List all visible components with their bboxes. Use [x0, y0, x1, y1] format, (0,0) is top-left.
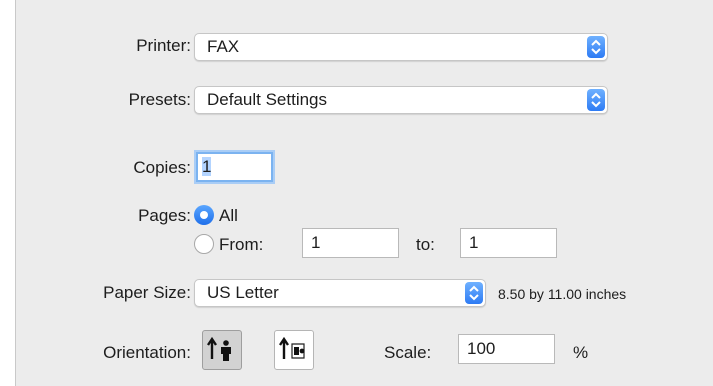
pages-from-input[interactable]: 1: [302, 228, 399, 258]
printer-value: FAX: [207, 37, 240, 56]
copies-input[interactable]: 1: [196, 152, 273, 182]
scale-input[interactable]: 100: [458, 334, 555, 364]
pages-from-radio[interactable]: [194, 234, 214, 254]
pages-all-label: All: [219, 206, 238, 225]
pages-all-radio[interactable]: [194, 205, 214, 225]
copies-value: 1: [202, 157, 212, 176]
print-dialog-panel: Printer: FAX Presets: Default Settings C…: [15, 0, 713, 386]
presets-select[interactable]: Default Settings: [194, 86, 608, 114]
landscape-orientation-icon: [279, 336, 305, 359]
pages-from-label: From:: [219, 235, 264, 254]
landscape-orientation-button[interactable]: [274, 330, 314, 370]
pages-label: Pages:: [138, 206, 191, 225]
pages-to-input[interactable]: 1: [460, 228, 557, 258]
scale-value: 100: [467, 339, 496, 358]
paper-size-value: US Letter: [207, 283, 279, 302]
scale-label: Scale:: [384, 343, 432, 362]
pages-from-value: 1: [311, 233, 321, 252]
paper-size-label: Paper Size:: [103, 283, 191, 302]
orientation-label: Orientation:: [103, 343, 191, 362]
paper-size-dimensions: 8.50 by 11.00 inches: [498, 286, 627, 302]
chevron-updown-icon: [587, 36, 605, 58]
presets-value: Default Settings: [207, 90, 328, 109]
printer-label: Printer:: [136, 36, 191, 55]
chevron-updown-icon: [465, 282, 483, 304]
presets-label: Presets:: [128, 90, 191, 109]
printer-select[interactable]: FAX: [194, 33, 608, 61]
copies-label: Copies:: [133, 158, 191, 177]
paper-size-select[interactable]: US Letter: [194, 279, 486, 307]
pages-to-value: 1: [469, 233, 479, 252]
portrait-orientation-icon: [207, 336, 231, 361]
scale-unit: %: [573, 343, 589, 362]
portrait-orientation-button[interactable]: [202, 330, 242, 370]
chevron-updown-icon: [587, 89, 605, 111]
pages-to-label: to:: [416, 235, 435, 254]
